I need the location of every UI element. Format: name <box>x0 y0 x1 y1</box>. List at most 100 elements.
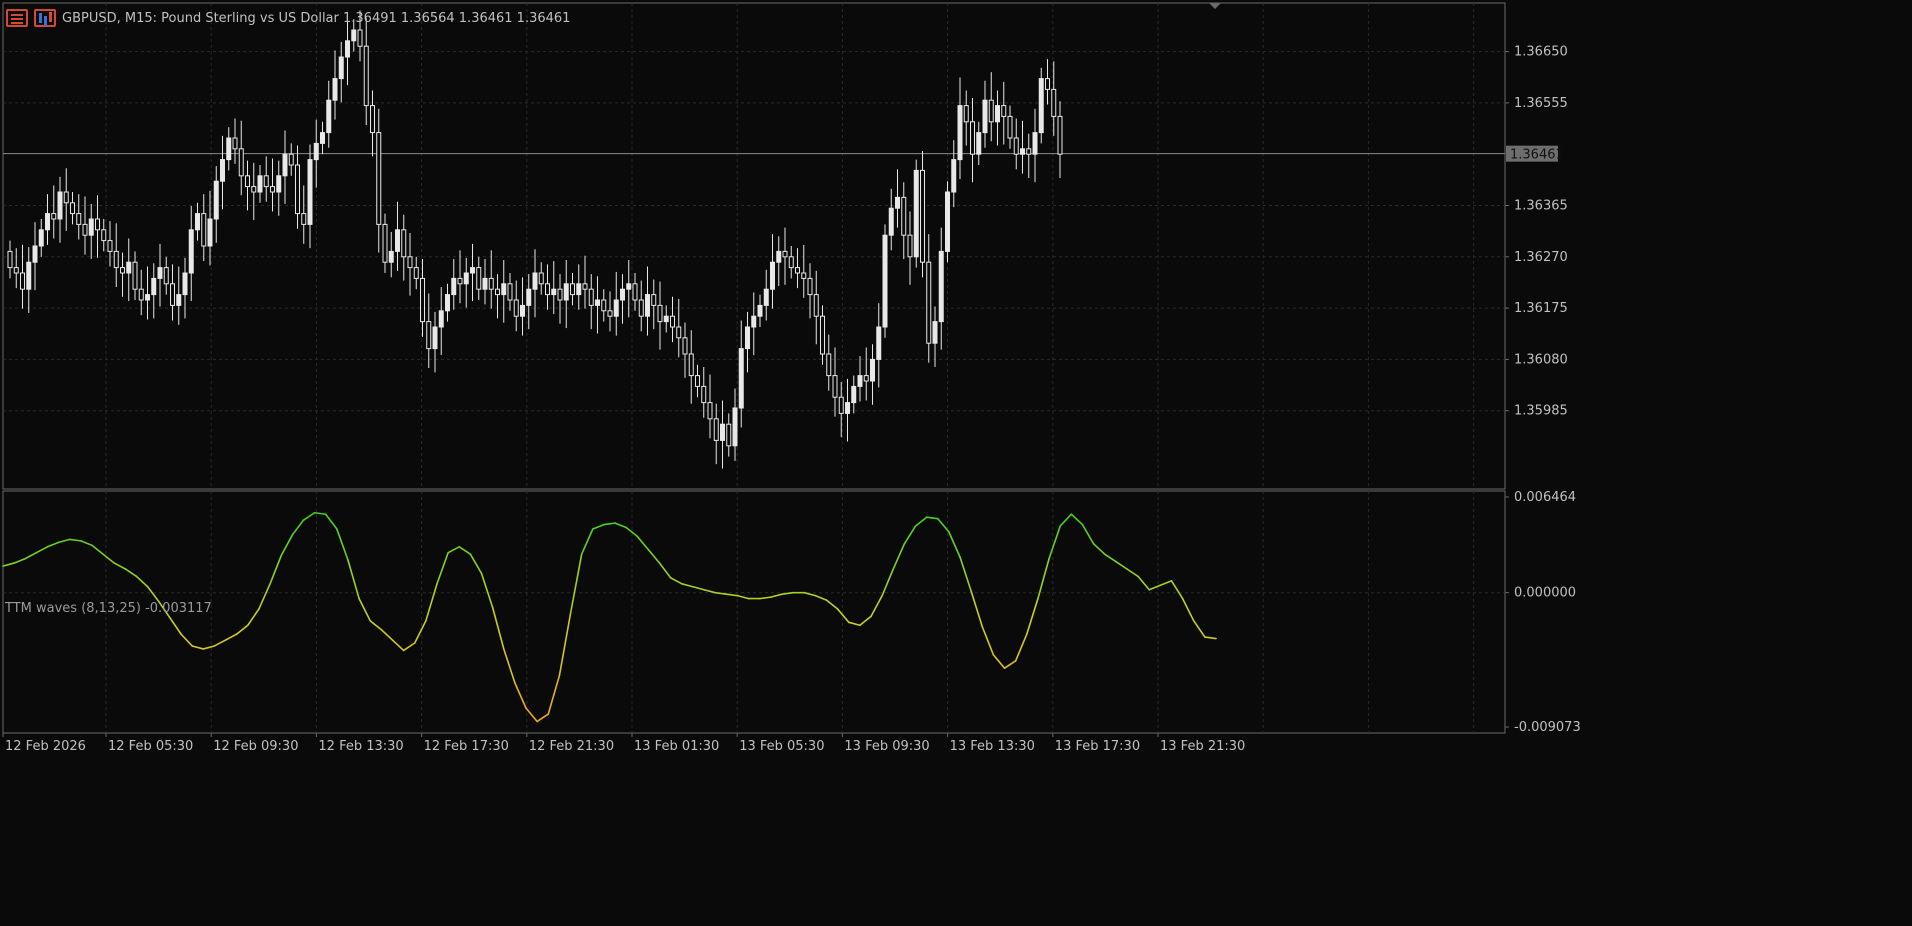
candle-body-bull <box>345 40 350 58</box>
candle-body-bull <box>995 105 1000 123</box>
x-axis-label: 12 Feb 05:30 <box>108 739 193 754</box>
candle <box>245 160 250 211</box>
candle-body-bull <box>257 175 263 193</box>
candle-body-bear <box>795 267 800 274</box>
menu-icon[interactable] <box>6 9 28 27</box>
candle-body-bull <box>482 277 488 290</box>
candle <box>288 143 294 176</box>
candle-body-bear <box>1013 137 1019 155</box>
candle <box>557 274 563 324</box>
candle <box>532 249 538 318</box>
candle <box>201 194 207 262</box>
candle <box>176 266 182 325</box>
candle-body-bear <box>1045 78 1050 90</box>
candle <box>420 258 425 337</box>
candle <box>632 273 638 311</box>
ttm-wave-segment <box>46 541 60 548</box>
candle-body-bear <box>357 29 363 47</box>
candle-body-bear <box>707 402 713 420</box>
candle-body-bull <box>520 304 525 317</box>
candle-body-bear <box>495 288 500 296</box>
candle <box>701 366 707 418</box>
candle <box>438 287 444 356</box>
candle-body-bull <box>226 137 232 161</box>
candle <box>495 274 500 319</box>
candle-body-bear <box>570 283 575 296</box>
candle <box>838 382 844 438</box>
ttm-wave-segment <box>80 540 93 547</box>
ttm-wave-segment <box>502 648 516 684</box>
candle <box>413 256 419 290</box>
candle <box>563 260 569 329</box>
candle-body-bear <box>726 423 732 447</box>
candle <box>888 188 894 251</box>
ttm-wave-segment <box>402 642 416 652</box>
candle <box>576 264 582 310</box>
candle-body-bull <box>845 402 850 414</box>
chart-canvas[interactable]: 1.36650 1.36555 1.36365 1.36270 1.36175 1.360… <box>0 0 1912 922</box>
ttm-wave-segment <box>569 553 583 615</box>
chart-window[interactable]: 1.36650 1.36555 1.36365 1.36270 1.36175 1.360… <box>0 0 1912 922</box>
candle-body-bear <box>376 132 382 225</box>
candle <box>757 294 763 327</box>
candle <box>713 403 719 465</box>
candle-body-bull <box>45 213 50 231</box>
candle <box>1057 101 1063 178</box>
candle <box>38 219 44 257</box>
candle-body-bull <box>563 283 569 301</box>
ttm-wave-segment <box>146 585 160 603</box>
candle <box>507 273 513 311</box>
candle <box>957 77 963 180</box>
ttm-wave-segment <box>68 538 82 542</box>
candle-body-bear <box>801 272 807 279</box>
indicator-y-tick-label: -0.009073 <box>1514 720 1581 735</box>
candle-body-bear <box>1051 88 1057 117</box>
candle <box>432 311 438 373</box>
ttm-wave-segment <box>280 534 294 557</box>
candle <box>295 145 300 229</box>
price-y-tick-label: 1.36365 <box>1514 199 1568 214</box>
candle <box>57 176 63 243</box>
x-axis-label: 12 Feb 2026 <box>5 739 86 754</box>
chart-header: GBPUSD, M15: Pound Sterling vs US Dollar… <box>6 8 570 28</box>
candle-body-bear <box>676 326 682 339</box>
candle <box>913 159 919 268</box>
candle <box>801 244 807 298</box>
ttm-wave-segment <box>102 553 116 564</box>
ttm-wave-segment <box>1026 597 1039 635</box>
indicator-y-tick-label: 0.000000 <box>1514 586 1576 601</box>
candle-body-bull <box>207 218 213 247</box>
candle <box>107 221 113 267</box>
candle <box>213 166 219 243</box>
chart-bars-icon[interactable] <box>34 9 56 27</box>
candle <box>301 185 307 244</box>
candle-body-bull <box>463 272 469 285</box>
ttm-wave-segment <box>1126 568 1139 578</box>
candle-body-bull <box>182 272 188 296</box>
candle <box>45 194 50 245</box>
candle-body-bull <box>976 132 982 155</box>
x-axis-label: 12 Feb 21:30 <box>529 739 614 754</box>
candle-body-bear <box>557 288 563 301</box>
candle <box>232 118 238 164</box>
candle <box>726 413 732 457</box>
candle <box>1020 120 1025 174</box>
candle-body-bear <box>901 196 907 236</box>
x-axis-label: 12 Feb 13:30 <box>318 739 403 754</box>
candle <box>20 244 25 309</box>
ttm-wave-segment <box>614 522 627 529</box>
candle-body-bull <box>526 288 532 306</box>
candle <box>607 291 613 332</box>
ttm-wave-segment <box>1181 597 1195 622</box>
candle <box>7 240 13 279</box>
candle <box>682 322 688 378</box>
ttm-wave-segment <box>380 628 394 641</box>
candle <box>145 266 150 320</box>
candle <box>795 248 800 289</box>
candle-body-bull <box>857 375 863 387</box>
candle-body-bear <box>288 153 294 166</box>
candle <box>88 203 94 259</box>
candle <box>863 347 869 401</box>
candle-body-bear <box>170 283 175 306</box>
x-axis-label: 13 Feb 21:30 <box>1160 739 1245 754</box>
